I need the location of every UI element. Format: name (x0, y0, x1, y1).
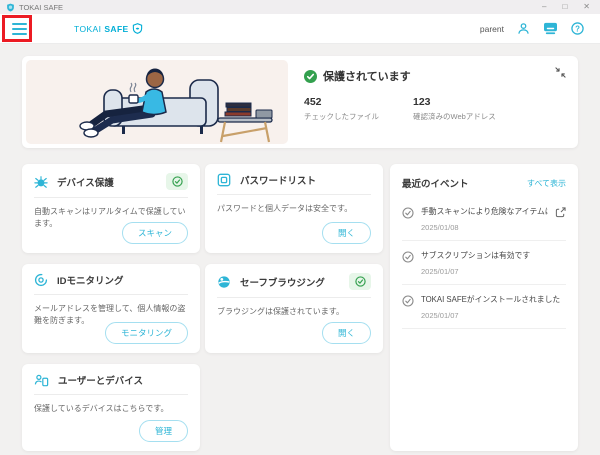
feature-cards-grid: デバイス保護 自動スキャンはリアルタイムで保護しています。 スキャン パスワード… (22, 164, 383, 453)
card-device-protection: デバイス保護 自動スキャンはリアルタイムで保護しています。 スキャン (22, 164, 200, 253)
card-title: ユーザーとデバイス (58, 373, 143, 387)
hamburger-menu-button[interactable] (6, 17, 32, 41)
protected-check-icon (304, 70, 317, 83)
event-date: 2025/01/07 (421, 267, 566, 276)
manage-button[interactable]: 管理 (139, 420, 188, 442)
event-text: TOKAI SAFEがインストールされました (421, 294, 566, 305)
open-password-list-button[interactable]: 開く (322, 222, 371, 244)
id-monitoring-icon (34, 273, 48, 287)
hero-illustration (26, 60, 288, 144)
event-date: 2025/01/08 (421, 223, 548, 232)
stat-checked-files: 452 チェックしたファイル (304, 96, 379, 122)
globe-icon (217, 275, 231, 289)
stat-label: チェックしたファイル (304, 111, 379, 122)
event-date: 2025/01/07 (421, 311, 566, 320)
event-check-icon (402, 295, 414, 320)
card-id-monitoring: IDモニタリング メールアドレスを管理して、個人情報の盗難を防ぎます。 モニタリ… (22, 264, 200, 353)
user-profile-icon[interactable] (517, 22, 530, 35)
open-safe-browsing-button[interactable]: 開く (322, 322, 371, 344)
status-ok-badge (349, 273, 371, 290)
show-all-link[interactable]: すべて表示 (527, 178, 566, 189)
titlebar: TOKAI SAFE – □ ✕ (0, 0, 600, 14)
protection-status-card: 保護されています 452 チェックしたファイル 123 確認済みのWebアドレス (22, 56, 578, 148)
stat-checked-web-addresses: 123 確認済みのWebアドレス (413, 96, 496, 122)
event-item: TOKAI SAFEがインストールされました 2025/01/07 (402, 285, 566, 329)
stat-value: 123 (413, 96, 496, 108)
close-button[interactable]: ✕ (583, 0, 590, 14)
help-icon[interactable]: ? (571, 22, 584, 35)
stat-value: 452 (304, 96, 379, 108)
main-content: 保護されています 452 チェックしたファイル 123 確認済みのWebアドレス (0, 45, 600, 455)
card-title: IDモニタリング (57, 273, 124, 287)
protection-status-text: 保護されています (323, 68, 411, 84)
devices-icon[interactable] (543, 22, 558, 35)
event-check-icon (402, 251, 414, 276)
event-item: サブスクリプションは有効です 2025/01/07 (402, 241, 566, 285)
maximize-button[interactable]: □ (562, 0, 567, 14)
logo-text-2: SAFE (104, 24, 128, 34)
event-check-icon (402, 207, 414, 232)
card-title: パスワードリスト (240, 173, 316, 187)
card-description: 保護しているデバイスはこちらです。 (34, 403, 188, 415)
collapse-icon[interactable] (555, 66, 566, 81)
recent-events-panel: 最近のイベント すべて表示 手動スキャンにより危険なアイテムは検出されてい...… (390, 164, 578, 451)
minimize-button[interactable]: – (542, 0, 546, 14)
logo-shield-icon (132, 23, 143, 34)
event-text: サブスクリプションは有効です (421, 250, 566, 261)
app-window: TOKAI SAFE – □ ✕ TOKAI SAFE parent (0, 0, 600, 455)
window-title: TOKAI SAFE (19, 3, 63, 12)
scan-button[interactable]: スキャン (122, 222, 188, 244)
logo-text-1: TOKAI (74, 24, 101, 34)
toolbar: TOKAI SAFE parent ? (0, 14, 600, 44)
card-users-devices: ユーザーとデバイス 保護しているデバイスはこちらです。 管理 (22, 364, 200, 451)
bug-icon (34, 175, 48, 189)
card-title: デバイス保護 (57, 175, 114, 189)
stat-label: 確認済みのWebアドレス (413, 111, 496, 122)
monitoring-button[interactable]: モニタリング (105, 322, 188, 344)
event-item: 手動スキャンにより危険なアイテムは検出されてい... 2025/01/08 (402, 197, 566, 241)
external-link-icon[interactable] (555, 206, 566, 221)
app-shield-icon (6, 3, 15, 12)
card-title: セーフブラウジング (240, 275, 325, 289)
account-name-label: parent (480, 24, 504, 34)
status-ok-badge (166, 173, 188, 190)
vault-icon (217, 173, 231, 187)
event-text: 手動スキャンにより危険なアイテムは検出されてい... (421, 206, 548, 217)
svg-text:?: ? (575, 24, 580, 33)
card-description: パスワードと個人データは安全です。 (217, 203, 371, 215)
card-description: ブラウジングは保護されています。 (217, 306, 371, 318)
card-password-list: パスワードリスト パスワードと個人データは安全です。 開く (205, 164, 383, 253)
users-devices-icon (34, 373, 49, 387)
events-panel-title: 最近のイベント (402, 176, 469, 190)
card-safe-browsing: セーフブラウジング ブラウジングは保護されています。 開く (205, 264, 383, 353)
tokai-safe-logo: TOKAI SAFE (74, 23, 143, 34)
